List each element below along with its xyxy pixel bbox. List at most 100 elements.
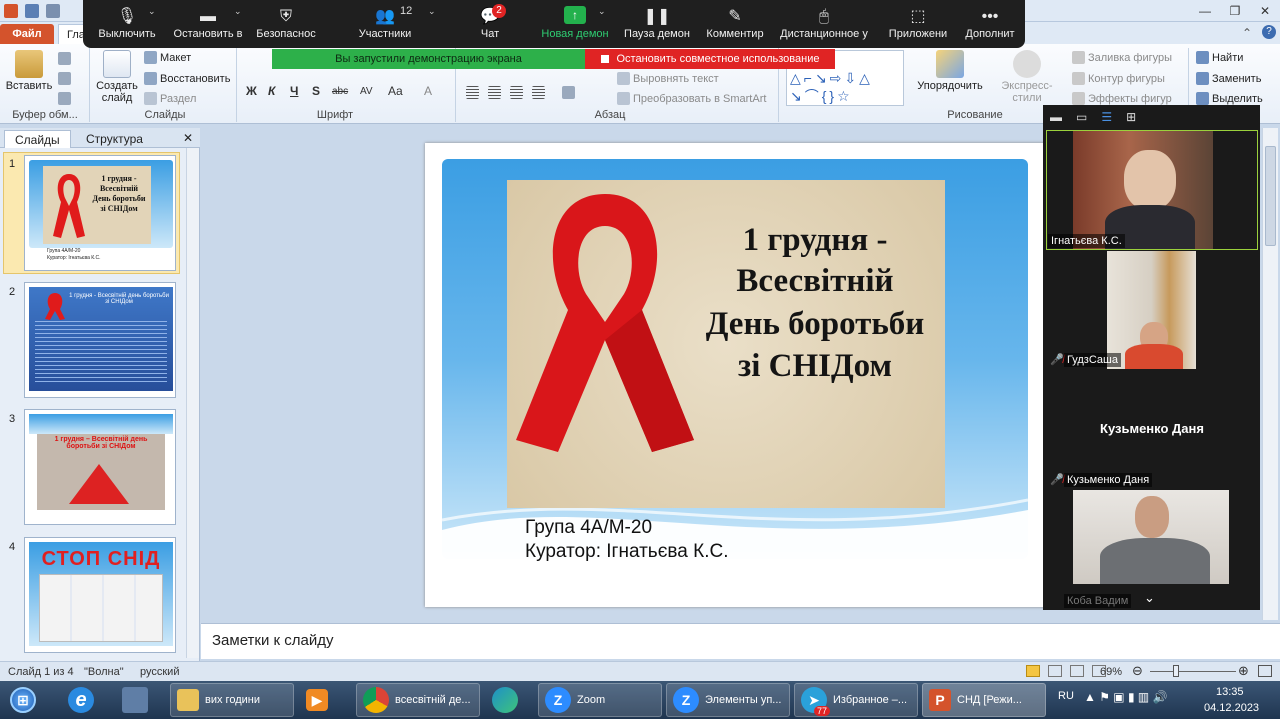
undo-icon[interactable] bbox=[46, 4, 61, 18]
reading-view-icon[interactable] bbox=[1070, 665, 1084, 677]
more-button[interactable]: ••• Дополнит bbox=[960, 6, 1020, 40]
chevron-down-icon[interactable]: ⌄ bbox=[1144, 590, 1155, 606]
columns-icon[interactable] bbox=[562, 86, 575, 99]
chevron-down-icon[interactable]: ⌄ bbox=[234, 6, 242, 17]
zoom-slider-thumb[interactable] bbox=[1173, 665, 1179, 677]
zoom-level[interactable]: 69% bbox=[1100, 666, 1122, 678]
save-icon[interactable] bbox=[25, 4, 40, 18]
scrollbar-thumb[interactable] bbox=[1265, 146, 1276, 246]
quick-styles-button[interactable]: Экспресс-стили bbox=[987, 50, 1067, 104]
thumbnails-scrollbar[interactable] bbox=[186, 148, 199, 658]
replace-button[interactable]: Заменить bbox=[1196, 72, 1261, 85]
thumb-body-text bbox=[35, 321, 167, 385]
close-button[interactable]: ✕ bbox=[1250, 0, 1280, 22]
stop-sharing-label: Остановить совместное использование bbox=[616, 53, 820, 65]
slide-thumbnail-2[interactable]: 1 грудня - Всесвітній день боротьби зі С… bbox=[24, 282, 176, 398]
tab-file[interactable]: Файл bbox=[0, 24, 54, 44]
strikethrough-button[interactable]: abc bbox=[332, 86, 348, 97]
replace-icon bbox=[1196, 72, 1209, 85]
slide-thumbnail-1[interactable]: 1 грудня - Всесвітній День боротьби зі С… bbox=[24, 155, 176, 271]
normal-view-icon[interactable] bbox=[1026, 665, 1040, 677]
layout-button[interactable]: Макет bbox=[144, 51, 191, 64]
pause-share-button[interactable]: ❚❚ Пауза демон bbox=[620, 6, 694, 40]
paste-button[interactable]: Вставить bbox=[6, 50, 52, 92]
slide-vertical-scrollbar[interactable] bbox=[1262, 128, 1278, 620]
arrange-button[interactable]: Упорядочить bbox=[915, 50, 985, 92]
smartart-button[interactable]: Преобразовать в SmartArt bbox=[617, 92, 766, 105]
edge-taskbar-button[interactable] bbox=[486, 683, 530, 717]
taskbar-item[interactable]: всесвітній де... bbox=[356, 683, 480, 717]
justify-icon[interactable] bbox=[532, 86, 545, 99]
fit-slide-icon[interactable] bbox=[1258, 665, 1272, 677]
language-indicator[interactable]: русский bbox=[140, 666, 179, 678]
theme-name[interactable]: "Волна" bbox=[84, 666, 124, 678]
chevron-down-icon[interactable]: ⌄ bbox=[598, 6, 606, 17]
zoom-slider[interactable] bbox=[1150, 671, 1236, 672]
taskbar-item[interactable]: Z Zoom bbox=[538, 683, 662, 717]
more-label: Дополнит bbox=[965, 28, 1015, 40]
clock-time[interactable]: 13:35 bbox=[1216, 686, 1244, 698]
taskbar-item[interactable]: вих години bbox=[170, 683, 294, 717]
align-right-icon[interactable] bbox=[510, 86, 523, 99]
stop-sharing-button[interactable]: Остановить совместное использование bbox=[585, 49, 835, 69]
taskbar-item[interactable]: ➤ Избранное –... bbox=[794, 683, 918, 717]
find-button[interactable]: Найти bbox=[1196, 51, 1243, 64]
reset-button[interactable]: Восстановить bbox=[144, 72, 230, 85]
minimize-video-icon[interactable]: ▬ bbox=[1050, 110, 1062, 124]
bold-button[interactable]: Ж bbox=[246, 84, 257, 98]
cut-icon[interactable] bbox=[58, 52, 71, 65]
single-view-icon[interactable]: ▭ bbox=[1076, 110, 1087, 124]
italic-button[interactable]: К bbox=[268, 84, 275, 98]
help-button[interactable]: ? bbox=[1262, 25, 1276, 39]
shape-effects-button[interactable]: Эффекты фигур bbox=[1072, 92, 1172, 105]
security-button[interactable]: ⛨ Безопаснос bbox=[254, 6, 318, 40]
tray-icons[interactable]: ▲ ⚑ ▣ ▮ ▥ 🔊 bbox=[1084, 690, 1168, 704]
spacing-button[interactable]: AV bbox=[360, 86, 373, 97]
annotate-button[interactable]: ✎ Комментир bbox=[702, 6, 768, 40]
apps-button[interactable]: ⬚ Приложени bbox=[884, 6, 952, 40]
notes-pane[interactable]: Заметки к слайду bbox=[201, 623, 1280, 659]
video-camera-icon: ▬ bbox=[200, 8, 216, 25]
font-color-button[interactable]: A bbox=[424, 84, 432, 98]
slide-thumbnail-4[interactable]: СТОП СНІД bbox=[24, 537, 176, 653]
ribbon-minimize-button[interactable]: ⌃ bbox=[1242, 26, 1252, 40]
align-left-icon[interactable] bbox=[466, 86, 479, 99]
copy-icon[interactable] bbox=[58, 72, 71, 85]
shape-outline-button[interactable]: Контур фигуры bbox=[1072, 72, 1165, 85]
tab-outline[interactable]: Структура bbox=[76, 130, 153, 148]
zoom-in-icon[interactable]: ⊕ bbox=[1238, 663, 1249, 679]
computer-taskbar-button[interactable] bbox=[116, 683, 160, 717]
slide-thumbnail-3[interactable]: 1 грудня – Всесвітній день боротьби зі С… bbox=[24, 409, 176, 525]
underline-button[interactable]: Ч bbox=[290, 84, 298, 98]
group-label-clipboard: Буфер обм... bbox=[12, 109, 78, 121]
keyboard-language[interactable]: RU bbox=[1058, 690, 1074, 702]
taskbar-item[interactable]: P СНД [Режи... bbox=[922, 683, 1046, 717]
grid-view-icon[interactable]: ⊞ bbox=[1126, 110, 1136, 124]
tab-slides[interactable]: Слайды bbox=[4, 130, 71, 148]
zoom-out-icon[interactable]: ⊖ bbox=[1132, 663, 1143, 679]
sharing-notice-banner: Вы запустили демонстрацию экрана bbox=[272, 49, 585, 69]
restore-button[interactable]: ❐ bbox=[1220, 0, 1250, 22]
close-panel-button[interactable]: ✕ bbox=[183, 131, 193, 145]
align-text-button[interactable]: Выровнять текст bbox=[617, 72, 719, 85]
chevron-down-icon[interactable]: ⌄ bbox=[428, 6, 436, 17]
media-player-taskbar-button[interactable]: ▶ bbox=[300, 683, 344, 717]
strip-view-icon[interactable]: ☰ bbox=[1101, 110, 1112, 124]
select-button[interactable]: Выделить bbox=[1196, 92, 1263, 105]
clock-date[interactable]: 04.12.2023 bbox=[1204, 702, 1259, 714]
chevron-down-icon[interactable]: ⌄ bbox=[148, 6, 156, 17]
ie-taskbar-button[interactable]: e bbox=[62, 683, 106, 717]
remote-control-button[interactable]: 🖱 Дистанционное у bbox=[776, 6, 872, 40]
minimize-button[interactable]: — bbox=[1190, 0, 1220, 22]
start-button[interactable]: ⊞ bbox=[4, 683, 44, 717]
shape-fill-button[interactable]: Заливка фигуры bbox=[1072, 51, 1172, 64]
format-painter-icon[interactable] bbox=[58, 92, 71, 105]
new-slide-button[interactable]: Создать слайд bbox=[94, 50, 140, 104]
section-button[interactable]: Раздел bbox=[144, 92, 196, 105]
align-center-icon[interactable] bbox=[488, 86, 501, 99]
slide-sorter-icon[interactable] bbox=[1048, 665, 1062, 677]
shadow-button[interactable]: S bbox=[312, 84, 320, 98]
taskbar-item[interactable]: Z Элементы уп... bbox=[666, 683, 790, 717]
zoom-icon: Z bbox=[545, 687, 571, 713]
change-case-button[interactable]: Aa bbox=[388, 84, 403, 98]
